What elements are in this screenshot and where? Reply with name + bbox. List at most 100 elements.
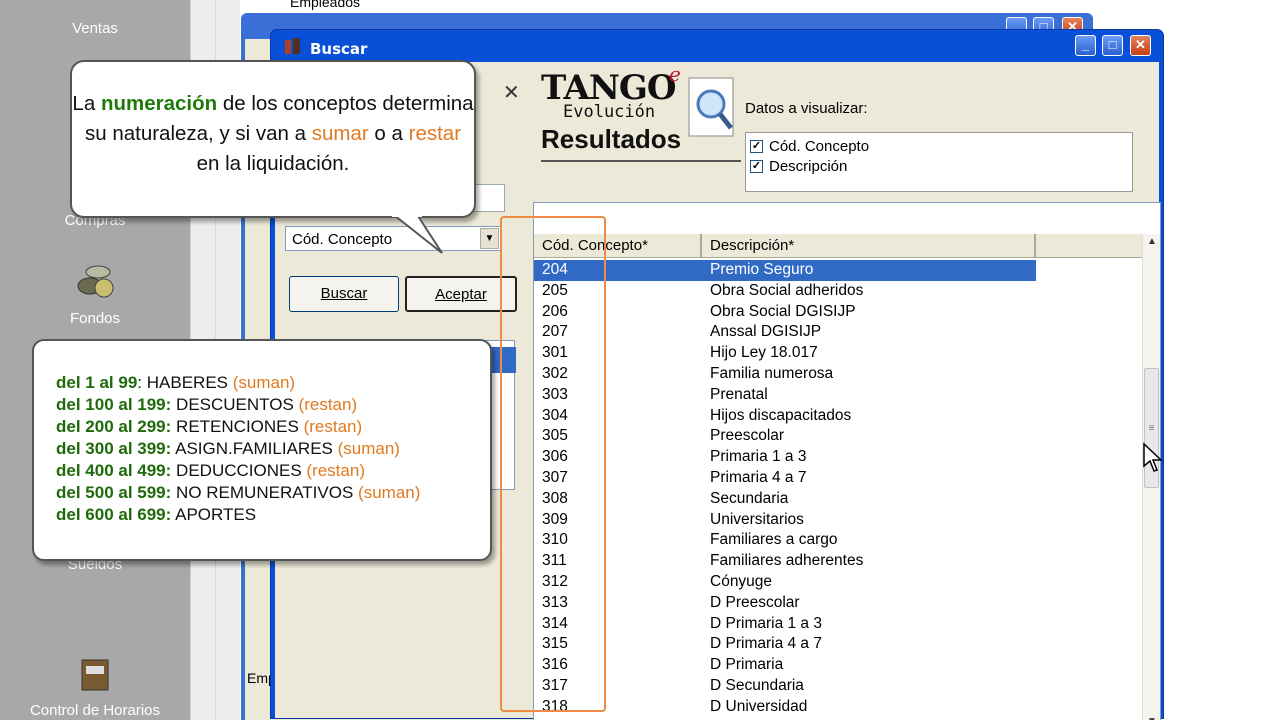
option-cod-concepto[interactable]: ✓ Cód. Concepto <box>750 136 1128 156</box>
range-range: del 1 al 99 <box>56 373 138 392</box>
logo-subtitle: Evolución <box>563 102 656 122</box>
cell-description: Preescolar <box>710 427 785 445</box>
cell-description: Cónyuge <box>710 572 773 590</box>
launcher-item-label: Control de Horarios <box>29 702 161 719</box>
table-row[interactable]: 301 Hijo Ley 18.017 <box>534 343 1144 364</box>
logo-section: Resultados <box>541 124 682 154</box>
range-effect: (suman) <box>232 373 296 392</box>
table-row[interactable]: 206 Obra Social DGISIJP <box>534 302 1144 323</box>
grid-header: Cód. Concepto* Descripción* <box>534 234 1144 258</box>
launcher-item-ventas[interactable]: Ventas <box>0 20 190 37</box>
search-button[interactable]: Buscar <box>289 276 399 312</box>
minimize-button[interactable]: _ <box>1075 35 1096 56</box>
table-row[interactable]: 305 Preescolar <box>534 426 1144 447</box>
range-name: DEDUCCIONES <box>176 461 302 480</box>
table-row[interactable]: 207 Anssal DGISIJP <box>534 322 1144 343</box>
range-line: del 400 al 499: DEDUCCIONES (restan) <box>56 460 490 482</box>
range-name: NO REMUNERATIVOS <box>176 483 354 502</box>
range-line: del 500 al 599: NO REMUNERATIVOS (suman) <box>56 482 490 504</box>
callout-text: o a <box>374 122 403 145</box>
cell-description: Premio Seguro <box>710 261 814 278</box>
table-row[interactable]: 314 D Primaria 1 a 3 <box>534 614 1144 635</box>
table-row[interactable]: 311 Familiares adherentes <box>534 551 1144 572</box>
table-row[interactable]: 315 D Primaria 4 a 7 <box>534 634 1144 655</box>
cell-description: Anssal DGISIJP <box>710 323 822 341</box>
visualize-label: Datos a visualizar: <box>745 100 868 117</box>
launcher-item-control-horarios[interactable]: Control de Horarios <box>0 650 190 719</box>
checkbox-checked-icon[interactable]: ✓ <box>750 159 763 173</box>
range-line: del 100 al 199: DESCUENTOS (restan) <box>56 394 490 416</box>
range-name: RETENCIONES <box>176 417 299 436</box>
cell-description: D Primaria <box>710 656 784 674</box>
checkbox-checked-icon[interactable]: ✓ <box>750 139 763 153</box>
maximize-button[interactable]: □ <box>1102 35 1123 56</box>
callout-text: en la liquidación. <box>196 152 350 175</box>
chevron-down-icon[interactable]: ▼ <box>480 228 499 249</box>
range-effect: (restan) <box>298 395 358 414</box>
launcher-item-label: Ventas <box>72 20 118 37</box>
launcher-item-fondos[interactable]: Fondos <box>0 258 190 327</box>
table-row[interactable]: 313 D Preescolar <box>534 593 1144 614</box>
table-row[interactable]: 304 Hijos discapacitados <box>534 406 1144 427</box>
launcher-item-label: Fondos <box>69 310 121 327</box>
table-row[interactable]: 307 Primaria 4 a 7 <box>534 468 1144 489</box>
callout-keyword: sumar <box>311 122 369 145</box>
table-row[interactable]: 205 Obra Social adheridos <box>534 281 1144 302</box>
search-dialog-title-bar[interactable]: Buscar _ □ ✕ <box>277 34 1157 62</box>
close-icon[interactable]: ✕ <box>503 80 520 105</box>
callout-keyword: numeración <box>100 92 218 115</box>
range-line: del 600 al 699: APORTES <box>56 504 490 526</box>
column-header-description[interactable]: Descripción* <box>702 234 1036 258</box>
table-row[interactable]: 318 D Universidad <box>534 697 1144 718</box>
top-window-title: Empleados <box>290 0 361 10</box>
cell-description: Familia numerosa <box>710 364 834 382</box>
range-effect: (suman) <box>358 483 421 502</box>
mouse-cursor-icon <box>1143 442 1163 472</box>
range-sep: : <box>137 373 143 392</box>
callout-text: La <box>72 92 96 115</box>
results-grid: Cód. Concepto* Descripción* 204 Premio Se… <box>533 202 1161 720</box>
close-button[interactable]: ✕ <box>1130 35 1151 56</box>
vertical-scrollbar[interactable]: ▲ ≡ ▼ <box>1142 234 1160 720</box>
table-row[interactable]: 312 Cónyuge <box>534 572 1144 593</box>
cell-description: Primaria 1 a 3 <box>710 448 807 466</box>
table-row[interactable]: 204 Premio Seguro <box>534 260 1036 281</box>
cell-description: D Primaria 1 a 3 <box>710 614 822 632</box>
table-row[interactable]: 306 Primaria 1 a 3 <box>534 447 1144 468</box>
range-range: del 200 al 299: <box>56 417 172 436</box>
range-line: del 200 al 299: RETENCIONES (restan) <box>56 416 490 438</box>
cell-description: D Universidad <box>710 697 808 715</box>
range-range: del 300 al 399: <box>56 439 172 458</box>
range-range: del 400 al 499: <box>56 461 172 480</box>
table-row[interactable]: 302 Familia numerosa <box>534 364 1144 385</box>
logo-underline <box>541 160 741 162</box>
option-descripcion[interactable]: ✓ Descripción <box>750 156 1128 176</box>
code-column-highlight <box>500 216 606 712</box>
cell-description: D Preescolar <box>710 593 800 611</box>
range-name: ASIGN.FAMILIARES <box>175 439 333 458</box>
range-line: del 300 al 399: ASIGN.FAMILIARES (suman) <box>56 438 490 460</box>
logo-brand-mark: e <box>669 62 681 86</box>
clock-machine-icon <box>81 659 109 691</box>
dialog-title: Buscar <box>310 40 368 58</box>
scroll-down-icon[interactable]: ▼ <box>1143 716 1160 720</box>
table-row[interactable]: 308 Secundaria <box>534 489 1144 510</box>
coins-icon <box>77 265 114 298</box>
table-row[interactable]: 317 D Secundaria <box>534 676 1144 697</box>
callout-tail <box>392 205 443 254</box>
concept-ranges-legend: del 1 al 99: HABERES (suman) del 100 al 1… <box>32 339 492 561</box>
range-name: DESCUENTOS <box>176 395 294 414</box>
range-effect: (suman) <box>337 439 400 458</box>
table-row[interactable]: 310 Familiares a cargo <box>534 530 1144 551</box>
scroll-up-icon[interactable]: ▲ <box>1143 236 1160 254</box>
range-effect: (restan) <box>306 461 365 480</box>
range-name: APORTES <box>175 505 257 524</box>
magnifier-document-icon <box>688 77 734 137</box>
table-row[interactable]: 316 D Primaria <box>534 655 1144 676</box>
app-icon <box>285 38 300 54</box>
table-row[interactable]: 309 Universitarios <box>534 510 1144 531</box>
cell-description: D Secundaria <box>710 676 804 694</box>
grid-rows: 204 Premio Seguro 205 Obra Social adheridos… <box>534 260 1144 720</box>
table-row[interactable]: 303 Prenatal <box>534 385 1144 406</box>
range-effect: (restan) <box>303 417 363 436</box>
